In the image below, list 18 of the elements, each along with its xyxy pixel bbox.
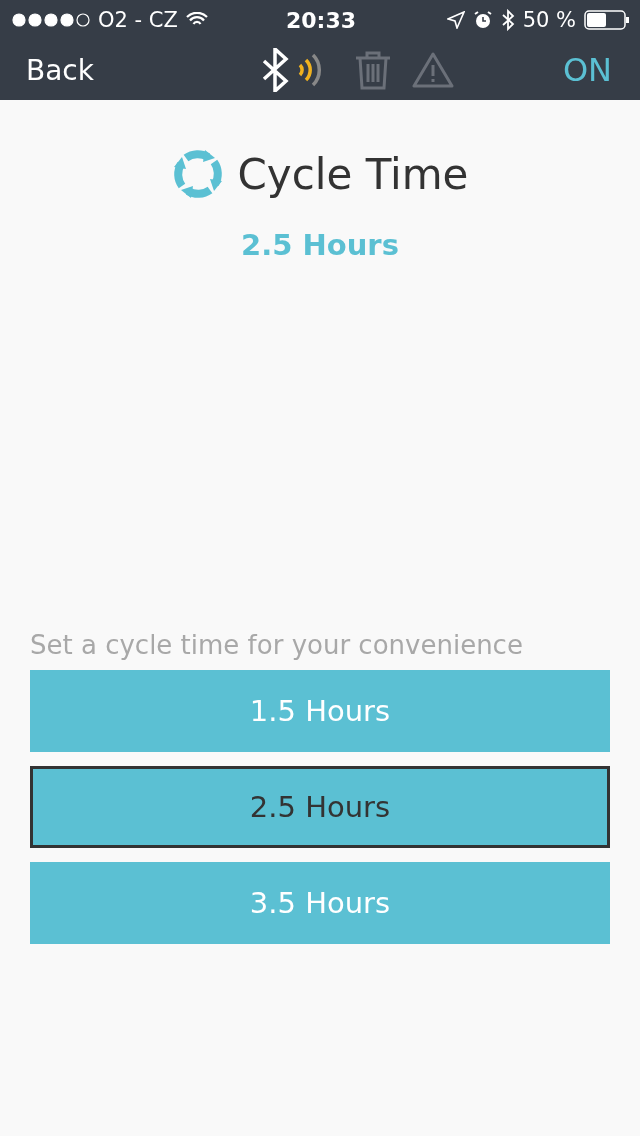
signal-icon bbox=[12, 13, 90, 27]
trash-icon[interactable] bbox=[354, 50, 393, 90]
alarm-icon bbox=[472, 10, 493, 30]
bluetooth-icon bbox=[500, 9, 515, 31]
battery-percent: 50 % bbox=[522, 8, 576, 32]
option-button[interactable]: 2.5 Hours bbox=[30, 766, 610, 848]
prompt-text: Set a cycle time for your convenience bbox=[30, 630, 524, 660]
carrier-name: O2 - CZ bbox=[98, 8, 178, 32]
back-button[interactable]: Back bbox=[26, 53, 94, 87]
location-arrow-icon bbox=[446, 11, 465, 29]
power-toggle[interactable]: ON bbox=[562, 51, 612, 89]
clock-time: 20:33 bbox=[286, 7, 356, 33]
wifi-icon bbox=[185, 12, 208, 28]
cycle-arrows-icon bbox=[171, 148, 224, 200]
battery-icon bbox=[584, 10, 630, 30]
warning-icon[interactable] bbox=[412, 51, 455, 89]
current-value: 2.5 Hours bbox=[240, 228, 400, 262]
page-title: Cycle Time bbox=[237, 149, 469, 199]
